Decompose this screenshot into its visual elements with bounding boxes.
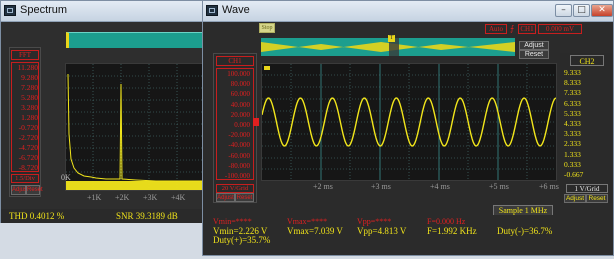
ch2-freq: F=1.992 KHz bbox=[427, 226, 477, 236]
ch1-tag bbox=[264, 66, 270, 70]
fft-scale-values: 11.280 9.280 7.280 5.280 3.280 1.280 -0.… bbox=[17, 63, 38, 172]
minimize-icon: – bbox=[561, 5, 566, 15]
trigger-mode[interactable]: Auto bbox=[485, 24, 507, 34]
ch2-duty-plus: Duty(+)=35.7% bbox=[213, 235, 271, 245]
ch2-duty-minus: Duty(-)=36.7% bbox=[497, 226, 553, 236]
spectrum-overview-bar[interactable] bbox=[66, 32, 204, 48]
hold-button[interactable]: Stop bbox=[259, 23, 275, 33]
thd-readout: THD 0.4012 % bbox=[9, 211, 65, 221]
wave-chart bbox=[262, 64, 556, 180]
ch1-adjust-button[interactable]: Adjust bbox=[216, 193, 235, 202]
fft-baseline-fill bbox=[66, 181, 202, 190]
wave-x-tick-2: +4 ms bbox=[430, 182, 450, 191]
maximize-button[interactable]: □ bbox=[573, 4, 590, 17]
trigger-edge-icon[interactable]: ⨍ bbox=[510, 24, 514, 34]
close-button[interactable]: ✕ bbox=[591, 4, 613, 17]
ch1-values-box: 100.000 80.000 60.000 40.000 20.000 0.00… bbox=[216, 68, 254, 180]
ch1-vpp: Vpp=**** bbox=[357, 217, 392, 226]
ch2-adjust-button[interactable]: Adjust bbox=[564, 194, 586, 203]
ch2-scale-panel: CH2 9.333 8.333 7.333 6.333 5.333 4.333 … bbox=[560, 53, 612, 203]
wave-plot-area[interactable] bbox=[261, 63, 557, 181]
ch1-scale-panel: CH1 100.000 80.000 60.000 40.000 20.000 … bbox=[213, 53, 257, 203]
fft-scale-panel: FFT 11.280 9.280 7.280 5.280 3.280 1.280… bbox=[9, 47, 43, 197]
trigger-marker-icon[interactable]: T bbox=[388, 35, 395, 42]
ch2-unit: 1 V/Grid bbox=[566, 184, 608, 193]
wave-x-tick-0: +2 ms bbox=[313, 182, 333, 191]
ch1-vmin: Vmin=**** bbox=[213, 217, 252, 226]
ch2-title: CH2 bbox=[570, 55, 604, 66]
wave-grid bbox=[262, 64, 556, 180]
fft-scale-unit: 1.5/Div bbox=[11, 174, 39, 183]
fft-scale-values-box: 11.280 9.280 7.280 5.280 3.280 1.280 -0.… bbox=[11, 62, 39, 172]
fft-reset-button[interactable]: Reset bbox=[26, 185, 43, 195]
ch1-reset-button[interactable]: Reset bbox=[235, 193, 254, 202]
overview-reset-button[interactable]: Reset bbox=[519, 50, 549, 59]
overview-adjust-button[interactable]: Adjust bbox=[519, 41, 549, 50]
ch1-values: 100.000 80.000 60.000 40.000 20.000 0.00… bbox=[224, 70, 250, 181]
ch1-freq: F=0.000 Hz bbox=[427, 217, 466, 226]
trigger-level[interactable]: 0.000 mV bbox=[538, 24, 582, 34]
fft-x-tick-3: +3K bbox=[143, 193, 158, 202]
spectrum-title: Spectrum bbox=[20, 4, 68, 16]
spectrum-titlebar[interactable]: Spectrum bbox=[1, 1, 203, 22]
wave-x-tick-4: +6 ms bbox=[539, 182, 559, 191]
fft-x-tick-1: +1K bbox=[87, 193, 102, 202]
ch2-vmax: Vmax=7.039 V bbox=[287, 226, 343, 236]
ch1-zero-marker[interactable] bbox=[253, 118, 259, 126]
fft-adjust-button[interactable]: Adjust bbox=[11, 185, 29, 195]
ch2-vpp: Vpp=4.813 V bbox=[357, 226, 407, 236]
wave-titlebar[interactable]: Wave – □ ✕ bbox=[203, 1, 613, 22]
fft-x-tick-0: 0K bbox=[61, 173, 71, 182]
wave-window: Wave – □ ✕ Stop Auto ⨍ CH1 0.000 mV T Ad… bbox=[202, 0, 614, 256]
ch1-unit: 20 V/Grid bbox=[216, 184, 254, 193]
wave-title: Wave bbox=[222, 4, 250, 16]
fft-x-tick-2: +2K bbox=[115, 193, 130, 202]
ch1-vmax: Vmax=**** bbox=[287, 217, 328, 226]
maximize-icon: □ bbox=[577, 5, 586, 15]
wave-x-tick-3: +5 ms bbox=[489, 182, 509, 191]
wave-x-tick-1: +3 ms bbox=[371, 182, 391, 191]
trigger-channel[interactable]: CH1 bbox=[518, 24, 536, 34]
spectrum-stats-bar: THD 0.4012 % SNR 39.3189 dB bbox=[0, 209, 204, 223]
close-icon: ✕ bbox=[598, 5, 606, 15]
fft-spectrum-chart bbox=[66, 64, 202, 190]
wave-window-icon bbox=[206, 5, 218, 16]
trigger-settings[interactable]: Auto ⨍ CH1 0.000 mV bbox=[485, 24, 605, 34]
snr-readout: SNR 39.3189 dB bbox=[116, 211, 178, 221]
fft-spectrum-trace bbox=[67, 73, 202, 182]
measurement-panel: Vmin=**** Vmax=**** Vpp=**** F=0.000 Hz … bbox=[203, 215, 613, 255]
fft-scale-title: FFT bbox=[11, 50, 39, 60]
spectrum-window: Spectrum FFT 11.280 9.280 7.280 5.280 3.… bbox=[0, 0, 204, 212]
ch1-title: CH1 bbox=[216, 56, 254, 66]
fft-x-tick-4: +4K bbox=[171, 193, 186, 202]
spectrum-window-icon bbox=[4, 5, 16, 16]
ch2-reset-button[interactable]: Reset bbox=[586, 194, 608, 203]
ch2-values: 9.333 8.333 7.333 6.333 5.333 4.333 3.33… bbox=[564, 68, 584, 180]
fft-grid bbox=[66, 64, 202, 190]
fft-plot-area[interactable] bbox=[65, 63, 203, 191]
minimize-button[interactable]: – bbox=[555, 4, 572, 17]
